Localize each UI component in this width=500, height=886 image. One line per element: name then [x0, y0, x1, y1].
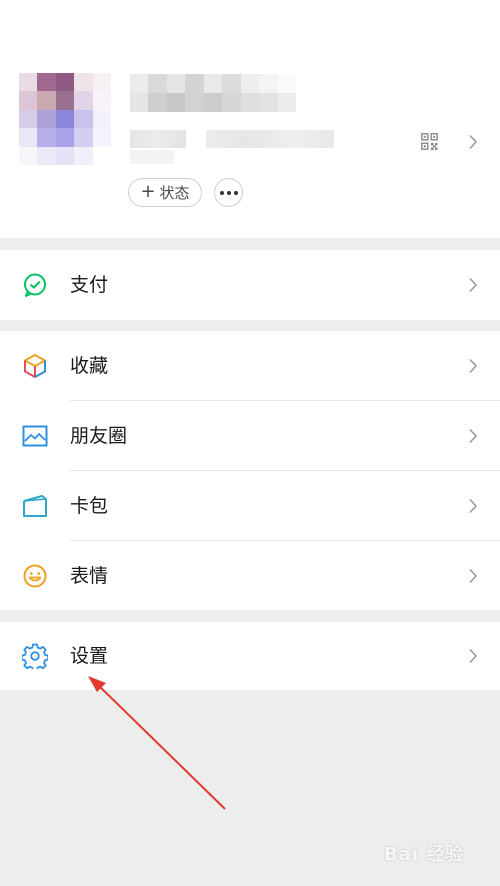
pay-icon [24, 273, 46, 297]
menu-label-moments: 朋友圈 [70, 425, 128, 447]
smiley-face-icon [23, 564, 47, 588]
menu-item-stickers[interactable]: 表情 [0, 541, 500, 611]
chevron-right-icon [469, 134, 478, 150]
menu-item-moments[interactable]: 朋友圈 [0, 401, 500, 471]
wechat-id-redacted-line2 [130, 150, 174, 164]
avatar[interactable] [19, 73, 111, 165]
menu-item-favorites[interactable]: 收藏 [0, 331, 500, 401]
menu-label-settings: 设置 [70, 645, 109, 667]
chevron-right-icon [469, 428, 478, 444]
more-dot-icon [233, 190, 238, 195]
menu-item-settings[interactable]: 设置 [0, 622, 500, 690]
services-section: 收藏 朋友圈 卡包 表情 [0, 331, 500, 610]
more-button[interactable] [214, 178, 243, 207]
pay-section: 支付 [0, 250, 500, 320]
nickname-redacted [130, 74, 296, 112]
more-dot-icon [226, 190, 231, 195]
profile-header[interactable]: + 状态 [0, 0, 500, 238]
settings-section: 设置 [0, 622, 500, 690]
status-label: 状态 [159, 184, 190, 202]
menu-label-stickers: 表情 [70, 565, 109, 587]
chevron-right-icon [469, 498, 478, 514]
more-dot-icon [219, 190, 224, 195]
chevron-right-icon [469, 277, 478, 293]
add-status-button[interactable]: + 状态 [128, 178, 202, 207]
plus-icon: + [140, 180, 156, 202]
menu-label-cards: 卡包 [70, 495, 109, 517]
moments-picture-icon [22, 425, 48, 447]
qr-code-icon[interactable] [421, 133, 438, 150]
gear-icon [22, 643, 48, 669]
card-wallet-icon [23, 495, 47, 517]
wechat-id-redacted [130, 130, 335, 148]
menu-label-pay: 支付 [70, 274, 109, 296]
menu-label-favorites: 收藏 [70, 355, 109, 377]
menu-item-cards[interactable]: 卡包 [0, 471, 500, 541]
chevron-right-icon [469, 358, 478, 374]
watermark: Bai 经验 [384, 844, 465, 865]
chevron-right-icon [469, 648, 478, 664]
chevron-right-icon [469, 568, 478, 584]
menu-item-pay[interactable]: 支付 [0, 250, 500, 320]
favorites-cube-icon [24, 354, 46, 378]
